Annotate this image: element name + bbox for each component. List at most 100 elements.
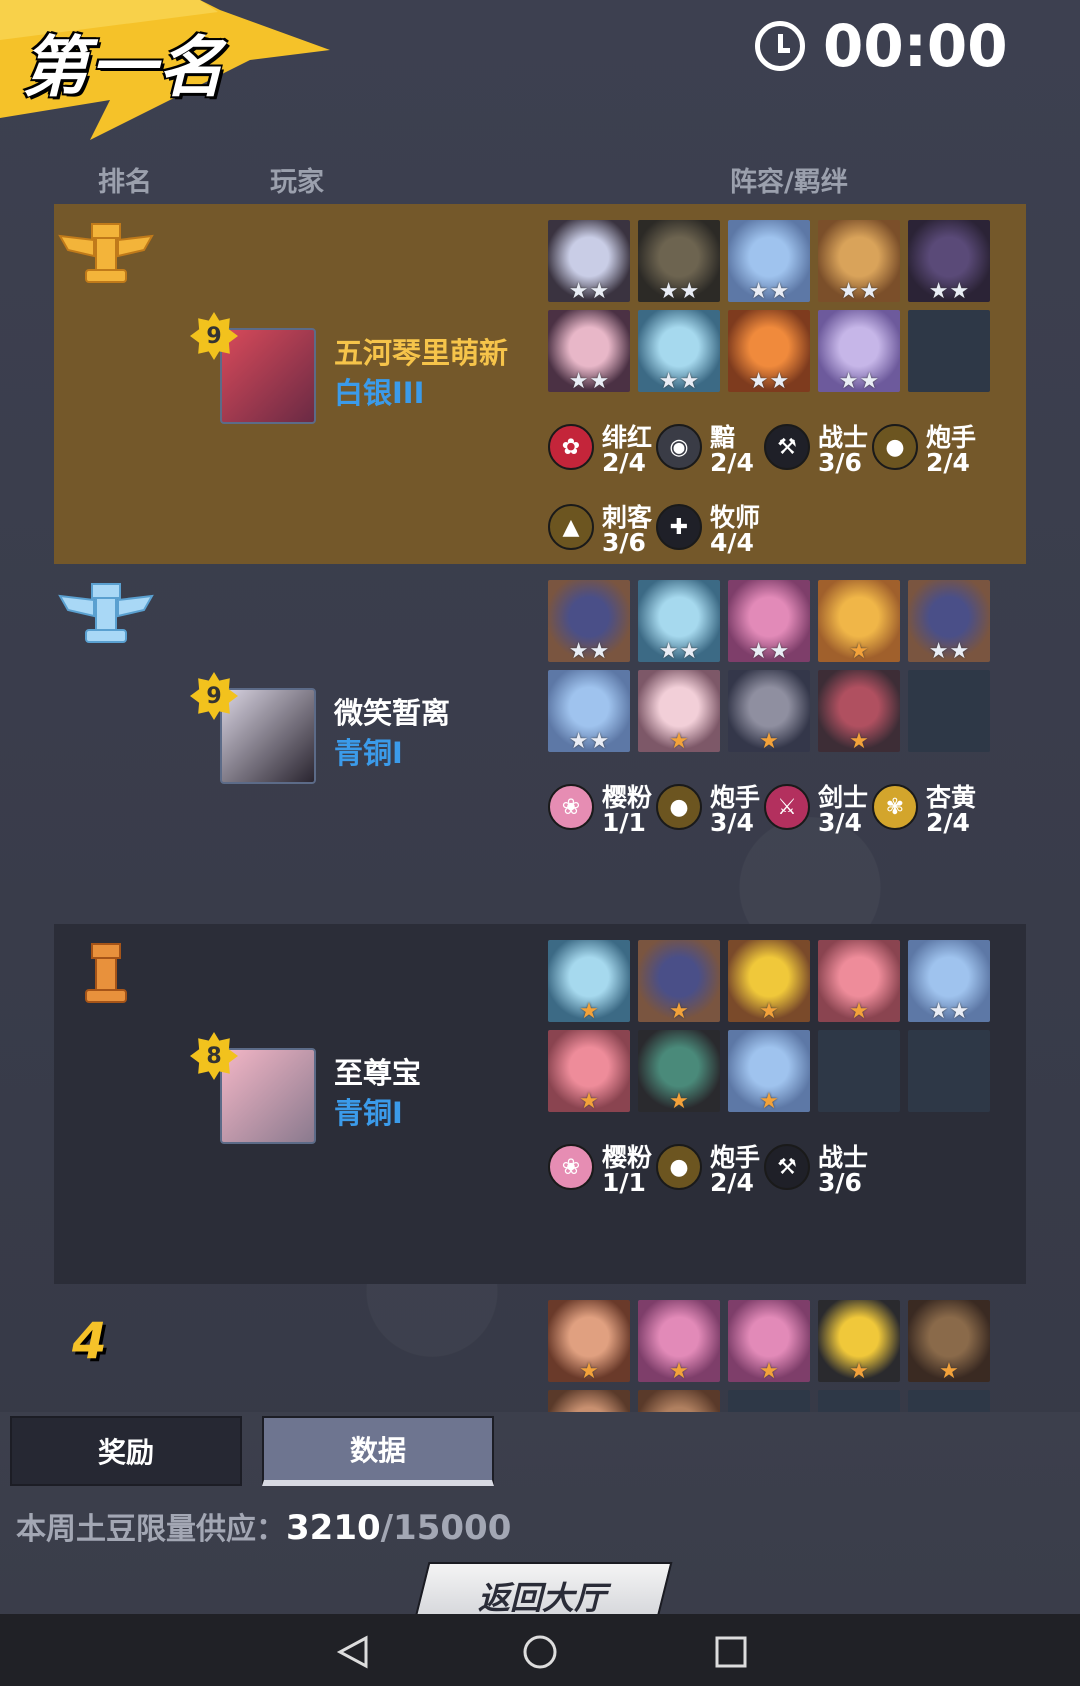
star-rating: ★ ★ <box>728 640 810 663</box>
star-rating: ★ <box>818 1359 900 1383</box>
trait-count: 3/4 <box>818 808 862 837</box>
unit-portrait[interactable]: ★ <box>728 1300 810 1382</box>
nav-home-icon[interactable] <box>520 1634 560 1670</box>
unit-portrait[interactable]: ★ <box>818 1300 900 1382</box>
star-rating: ★ ★ <box>548 639 630 663</box>
trait-count: 3/6 <box>818 1168 862 1197</box>
unit-portrait[interactable]: ★ <box>908 1300 990 1382</box>
column-header-rank: 排名 <box>98 167 152 198</box>
star-icon: ★ <box>669 729 689 753</box>
star-icon: ★ <box>939 1359 959 1383</box>
unit-portrait[interactable]: ★ ★ <box>728 580 810 662</box>
dagger-icon: ▲ <box>548 504 594 550</box>
star-rating: ★ ★ <box>818 369 900 393</box>
trait-item[interactable]: ❀ 樱粉 1/1 <box>548 1138 656 1218</box>
tab-reward[interactable]: 奖励 <box>10 1416 242 1486</box>
unit-portrait[interactable]: ★ <box>818 940 900 1022</box>
trait-item[interactable]: ✾ 杏黄 2/4 <box>872 778 980 858</box>
ranking-row[interactable]: 9 五河琴里萌新 白银III ★ ★ ★ ★ ★ ★ ★ ★ ★ ★ ★ ★ ★ ★ ★ ★ ★ ★ ✿ 绯红 2/4 ◉ 黯 2/… <box>54 204 1026 564</box>
trait-item[interactable]: ❀ 樱粉 1/1 <box>548 778 656 858</box>
empty-unit-slot <box>908 1390 990 1414</box>
unit-portrait[interactable]: ★ <box>818 580 900 662</box>
star-icon: ★ <box>949 279 970 303</box>
gold-rook-winged-icon <box>54 216 158 294</box>
supply-current: 3210 <box>286 1508 381 1548</box>
star-rating: ★ <box>818 640 900 663</box>
unit-portrait[interactable]: ★ ★ <box>728 220 810 302</box>
star-icon: ★ <box>759 999 779 1023</box>
trait-item[interactable]: ● 炮手 2/4 <box>872 418 980 498</box>
star-icon: ★ <box>658 369 679 393</box>
column-header-lineup: 阵容/羁绊 <box>730 167 848 198</box>
hammer-icon: ⚒ <box>764 424 810 470</box>
trait-count: 2/4 <box>710 448 754 477</box>
player-avatar[interactable] <box>220 328 316 424</box>
clock-icon <box>755 21 805 71</box>
unit-portrait[interactable]: ★ <box>548 1300 630 1382</box>
player-avatar[interactable] <box>220 688 316 784</box>
nav-back-icon[interactable] <box>334 1634 374 1670</box>
rank-number: 4 <box>72 1312 107 1370</box>
trait-item[interactable]: ⚒ 战士 3/6 <box>764 418 872 498</box>
unit-portrait[interactable]: ★ <box>728 940 810 1022</box>
trait-item[interactable]: ● 炮手 3/4 <box>656 778 764 858</box>
unit-portrait[interactable]: ★ ★ <box>548 580 630 662</box>
unit-portrait[interactable]: ★ ★ <box>908 940 990 1022</box>
star-icon: ★ <box>589 639 610 663</box>
star-icon: ★ <box>579 1089 599 1113</box>
star-icon: ★ <box>568 369 589 393</box>
unit-grid: ★ ★ ★ ★ ★ <box>548 1300 998 1414</box>
trait-item[interactable]: ✿ 绯红 2/4 <box>548 418 656 498</box>
player-avatar[interactable] <box>220 1048 316 1144</box>
unit-portrait[interactable]: ★ ★ <box>638 310 720 392</box>
trait-item[interactable]: ⚒ 战士 3/6 <box>764 1138 872 1218</box>
tab-data[interactable]: 数据 <box>262 1416 494 1486</box>
star-icon: ★ <box>769 369 790 393</box>
star-icon: ★ <box>849 1359 869 1383</box>
unit-portrait[interactable]: ★ <box>728 1030 810 1112</box>
trait-item[interactable]: ◉ 黯 2/4 <box>656 418 764 498</box>
empty-unit-slot <box>908 670 990 752</box>
empty-unit-slot <box>818 1030 900 1112</box>
unit-portrait[interactable]: ★ <box>638 1030 720 1112</box>
ranking-row[interactable]: 8 至尊宝 青铜I ★ ★ ★ ★ ★ ★ ★ ★ ★ ❀ 樱粉 1/1 ● 炮手 2/4 ⚒ 战士 3/6 <box>54 924 1026 1284</box>
unit-portrait[interactable]: ★ ★ <box>908 580 990 662</box>
nav-recent-icon[interactable] <box>710 1634 750 1670</box>
unit-portrait[interactable] <box>548 1390 630 1414</box>
ranking-list[interactable]: 9 五河琴里萌新 白银III ★ ★ ★ ★ ★ ★ ★ ★ ★ ★ ★ ★ ★ ★ ★ ★ ★ ★ ✿ 绯红 2/4 ◉ 黯 2/… <box>0 200 1080 1414</box>
unit-portrait[interactable]: ★ <box>548 1030 630 1112</box>
unit-portrait[interactable]: ★ ★ <box>638 220 720 302</box>
unit-portrait[interactable]: ★ <box>638 940 720 1022</box>
unit-portrait[interactable]: ★ <box>818 670 900 752</box>
column-header-player: 玩家 <box>270 167 324 198</box>
star-icon: ★ <box>859 369 880 393</box>
star-icon: ★ <box>849 999 869 1023</box>
unit-portrait[interactable]: ★ <box>638 1300 720 1382</box>
star-rating: ★ <box>728 1090 810 1113</box>
ranking-row[interactable]: 9 微笑暂离 青铜I ★ ★ ★ ★ ★ ★ ★ ★ ★ ★ ★ ★ ★ ★ ❀ 樱粉 1/1 ● 炮手 3/4 ⚔ 剑士 3/4… <box>54 564 1026 924</box>
unit-portrait[interactable]: ★ ★ <box>548 220 630 302</box>
player-name: 至尊宝 <box>334 1056 422 1090</box>
star-rating: ★ <box>818 999 900 1023</box>
unit-portrait[interactable]: ★ ★ <box>818 220 900 302</box>
unit-portrait[interactable]: ★ <box>638 670 720 752</box>
player-tier: 白银III <box>334 376 425 410</box>
supply-total: /15000 <box>380 1508 512 1548</box>
trait-item[interactable]: ⚔ 剑士 3/4 <box>764 778 872 858</box>
unit-portrait[interactable] <box>638 1390 720 1414</box>
unit-portrait[interactable]: ★ ★ <box>728 310 810 392</box>
unit-portrait[interactable]: ★ ★ <box>908 220 990 302</box>
trait-count: 2/4 <box>926 448 970 477</box>
star-rating: ★ ★ <box>638 369 720 393</box>
unit-portrait[interactable]: ★ ★ <box>548 670 630 752</box>
ranking-row[interactable]: 4 ★ ★ ★ ★ ★ <box>54 1284 1026 1414</box>
unit-portrait[interactable]: ★ <box>548 940 630 1022</box>
rose-icon: ✿ <box>548 424 594 470</box>
unit-portrait[interactable]: ★ ★ <box>638 580 720 662</box>
unit-portrait[interactable]: ★ ★ <box>548 310 630 392</box>
unit-portrait[interactable]: ★ ★ <box>818 310 900 392</box>
star-rating: ★ ★ <box>638 640 720 663</box>
trait-item[interactable]: ● 炮手 2/4 <box>656 1138 764 1218</box>
unit-portrait[interactable]: ★ <box>728 670 810 752</box>
trait-count: 1/1 <box>602 1168 646 1197</box>
